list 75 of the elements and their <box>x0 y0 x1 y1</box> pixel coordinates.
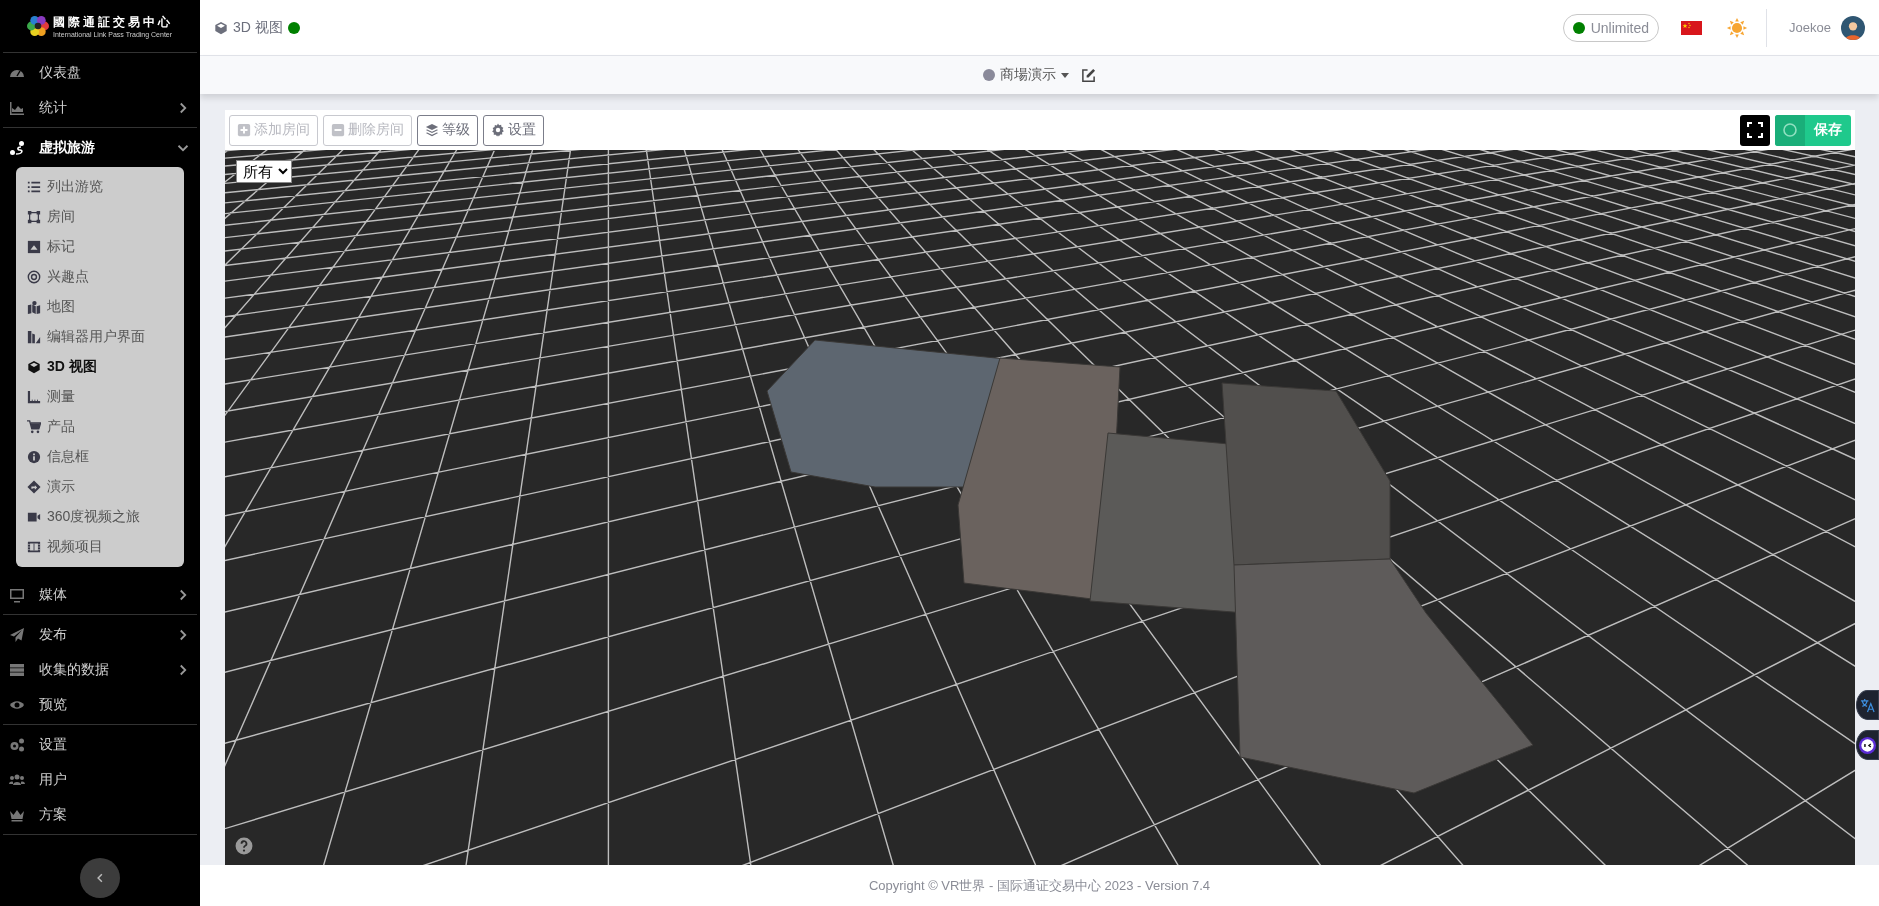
caret-icon <box>1061 72 1069 78</box>
nav-link[interactable]: 用户 <box>3 762 197 797</box>
room-model-photo-placeholder[interactable] <box>766 339 1534 794</box>
toolbar-button[interactable]: 设置 <box>483 114 544 146</box>
nav-link[interactable]: 设置 <box>3 727 197 762</box>
submenu-item[interactable]: 360度视频之旅 <box>16 502 184 532</box>
menu-item[interactable]: 收集的数据 <box>3 652 197 687</box>
info-icon <box>27 450 41 464</box>
paper-plane-icon <box>9 626 25 643</box>
chevron-right-icon <box>177 663 189 676</box>
target-icon <box>27 270 41 284</box>
menu-item[interactable]: 统计 <box>3 90 197 125</box>
film-icon <box>27 540 41 554</box>
cart-icon <box>27 420 41 434</box>
submenu-item[interactable]: 地图 <box>16 292 184 322</box>
route-icon <box>9 139 25 156</box>
flag-icon[interactable] <box>1681 20 1703 35</box>
logo-title: 國際通証交易中心 <box>53 14 173 31</box>
avatar[interactable] <box>1841 15 1865 40</box>
video-camera-icon <box>27 510 41 524</box>
fullscreen-button[interactable] <box>1740 114 1770 146</box>
toolbar-button[interactable]: 等级 <box>417 114 478 146</box>
menu-item[interactable]: 虚拟旅游 <box>3 130 197 165</box>
robot-face-icon <box>1858 735 1877 755</box>
fullscreen-icon <box>1747 122 1763 138</box>
gears-icon <box>9 736 25 753</box>
3d-viewport[interactable]: 所有 <box>225 150 1855 865</box>
server-icon <box>9 661 25 678</box>
user-name[interactable]: Joekoe <box>1789 20 1831 35</box>
edit-icon[interactable] <box>1081 67 1096 83</box>
list-icon <box>27 180 41 194</box>
vector-square-icon <box>27 210 41 224</box>
submenu-item[interactable]: 编辑器用户界面 <box>16 322 184 352</box>
cube-icon <box>214 20 228 35</box>
page-title: 3D 视图 <box>233 18 283 37</box>
submenu-item[interactable]: 兴趣点 <box>16 262 184 292</box>
monitor-icon <box>9 586 25 603</box>
map-pin-icon <box>27 300 41 314</box>
menu-item[interactable]: 发布 <box>3 617 197 652</box>
cube-icon <box>27 360 41 374</box>
area-chart-icon <box>9 99 25 116</box>
submenu-item[interactable]: 房间 <box>16 202 184 232</box>
nav-link[interactable]: 方案 <box>3 797 197 832</box>
ruler-icon <box>27 390 41 404</box>
layout-icon <box>27 330 41 344</box>
minus-square-icon <box>331 123 345 137</box>
level-select[interactable]: 所有 <box>236 160 292 183</box>
help-icon[interactable] <box>235 837 253 855</box>
chevron-left-icon <box>95 873 105 883</box>
menu-item[interactable]: 媒体 <box>3 577 197 612</box>
nav-link[interactable]: 预览 <box>3 687 197 722</box>
translate-button[interactable] <box>1856 690 1879 720</box>
submenu-item[interactable]: 3D 视图 <box>16 352 184 382</box>
chevron-right-icon <box>177 628 189 641</box>
submenu-item[interactable]: 信息框 <box>16 442 184 472</box>
submenu-item[interactable]: 演示 <box>16 472 184 502</box>
submenu-item[interactable]: 列出游览 <box>16 172 184 202</box>
submenu-item[interactable]: 测量 <box>16 382 184 412</box>
circle-icon <box>1782 122 1798 138</box>
nav-link[interactable]: 仪表盘 <box>3 55 197 90</box>
chevron-right-icon <box>177 101 189 114</box>
flower-logo-icon <box>27 15 49 37</box>
plus-square-icon <box>237 123 251 137</box>
submenu-item[interactable]: 视频项目 <box>16 532 184 562</box>
submenu-item[interactable]: 产品 <box>16 412 184 442</box>
submenu-item[interactable]: 标记 <box>16 232 184 262</box>
image-icon <box>27 240 41 254</box>
signpost-icon <box>27 480 41 494</box>
translate-icon <box>1860 697 1875 713</box>
layers-icon <box>425 123 439 137</box>
chevron-right-icon <box>177 588 189 601</box>
settings-icon <box>491 123 505 137</box>
chatbot-button[interactable] <box>1856 730 1879 760</box>
footer-text: Copyright © VR世界 - 国际通证交易中心 2023 - Version 7.4 <box>868 876 1211 895</box>
tour-dropdown[interactable]: 商場演示 <box>983 66 1069 84</box>
